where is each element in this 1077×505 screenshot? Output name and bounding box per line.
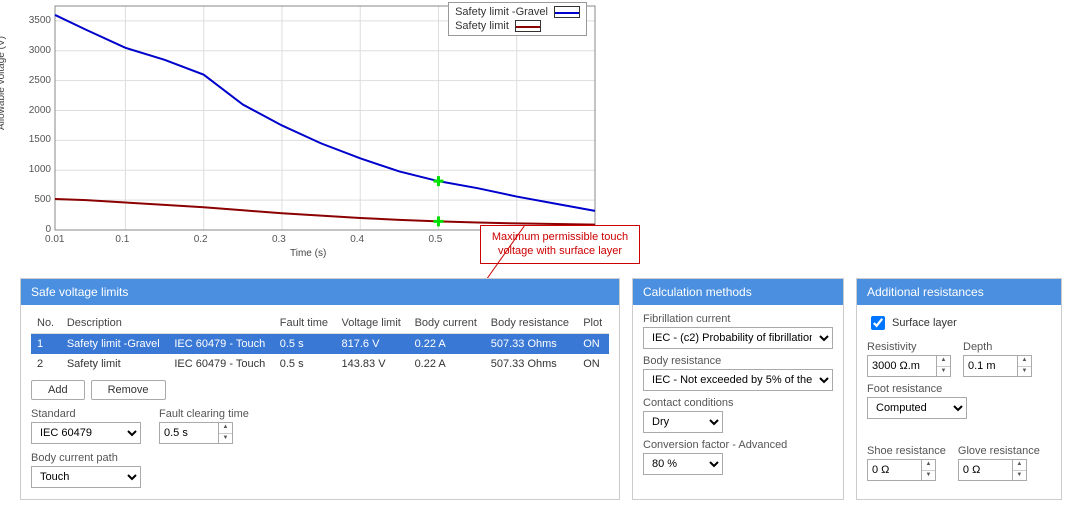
body-current-path-select[interactable]: Touch xyxy=(31,466,141,488)
fibrillation-current-label: Fibrillation current xyxy=(643,313,833,325)
body-resistance-select[interactable]: IEC - Not exceeded by 5% of the xyxy=(643,369,833,391)
conversion-factor-select[interactable]: 80 % xyxy=(643,453,723,475)
x-tick: 0.01 xyxy=(45,234,64,245)
y-tick: 2500 xyxy=(3,75,51,86)
y-tick: 3000 xyxy=(3,45,51,56)
panel-safe: Safe voltage limits No.Description Fault t… xyxy=(20,278,620,500)
legend-swatch-red xyxy=(515,20,541,32)
y-tick: 3500 xyxy=(3,15,51,26)
y-tick: 2000 xyxy=(3,105,51,116)
column-header: Fault time xyxy=(274,313,336,334)
legend-label-0: Safety limit -Gravel xyxy=(455,6,548,18)
contact-conditions-select[interactable]: Dry xyxy=(643,411,723,433)
legend-swatch-blue xyxy=(554,6,580,18)
column-header: No. xyxy=(31,313,61,334)
panel-addr: Additional resistances Surface layer Resi… xyxy=(856,278,1062,500)
x-tick: 0.5 xyxy=(428,234,442,245)
resistivity-input[interactable]: ▲▼ xyxy=(867,355,951,377)
x-tick: 0.3 xyxy=(272,234,286,245)
standard-label: Standard xyxy=(31,408,141,420)
table-row[interactable]: 2Safety limitIEC 60479 - Touch0.5 s143.8… xyxy=(31,354,609,374)
spinner-down-icon[interactable]: ▼ xyxy=(219,434,232,444)
add-button[interactable]: Add xyxy=(31,380,85,400)
x-tick: 0.1 xyxy=(115,234,129,245)
remove-button[interactable]: Remove xyxy=(91,380,166,400)
shoe-resistance-label: Shoe resistance xyxy=(867,445,946,457)
glove-resistance-input[interactable]: ▲▼ xyxy=(958,459,1040,481)
shoe-resistance-input[interactable]: ▲▼ xyxy=(867,459,946,481)
panel-header-safe: Safe voltage limits xyxy=(21,279,619,305)
column-header: Body current xyxy=(409,313,485,334)
annotation-with-surface-layer: Maximum permissible touch voltage with s… xyxy=(480,225,640,264)
resistivity-label: Resistivity xyxy=(867,341,951,353)
x-tick: 0.4 xyxy=(350,234,364,245)
legend-label-1: Safety limit xyxy=(455,20,509,32)
panel-calc: Calculation methods Fibrillation current I… xyxy=(632,278,844,500)
chart-legend: Safety limit -Gravel Safety limit xyxy=(448,2,587,36)
glove-resistance-label: Glove resistance xyxy=(958,445,1040,457)
depth-label: Depth xyxy=(963,341,1032,353)
body-resistance-label: Body resistance xyxy=(643,355,833,367)
foot-resistance-label: Foot resistance xyxy=(867,383,1051,395)
y-tick: 0 xyxy=(3,224,51,235)
standard-select[interactable]: IEC 60479 xyxy=(31,422,141,444)
x-axis-label: Time (s) xyxy=(290,248,326,259)
column-header: Body resistance xyxy=(485,313,577,334)
fault-clearing-time-input[interactable]: ▲▼ xyxy=(159,422,249,444)
surface-layer-checkbox[interactable]: Surface layer xyxy=(867,313,957,333)
fibrillation-current-select[interactable]: IEC - (c2) Probability of fibrillation u… xyxy=(643,327,833,349)
y-tick: 500 xyxy=(3,194,51,205)
column-header: Plot xyxy=(577,313,609,334)
column-header: Voltage limit xyxy=(336,313,409,334)
fault-clearing-time-label: Fault clearing time xyxy=(159,408,249,420)
column-header: Description xyxy=(61,313,168,334)
body-current-path-label: Body current path xyxy=(31,452,141,464)
depth-input[interactable]: ▲▼ xyxy=(963,355,1032,377)
conversion-factor-label: Conversion factor - Advanced xyxy=(643,439,833,451)
panel-header-addr: Additional resistances xyxy=(857,279,1061,305)
y-tick: 1000 xyxy=(3,164,51,175)
table-row[interactable]: 1Safety limit -GravelIEC 60479 - Touch0.… xyxy=(31,334,609,355)
contact-conditions-label: Contact conditions xyxy=(643,397,833,409)
x-tick: 0.2 xyxy=(194,234,208,245)
spinner-up-icon[interactable]: ▲ xyxy=(219,423,232,434)
safe-limits-table: No.DescriptionFault timeVoltage limitBod… xyxy=(31,313,609,374)
panel-header-calc: Calculation methods xyxy=(633,279,843,305)
foot-resistance-select[interactable]: Computed xyxy=(867,397,967,419)
column-header xyxy=(168,313,273,334)
y-tick: 1500 xyxy=(3,134,51,145)
